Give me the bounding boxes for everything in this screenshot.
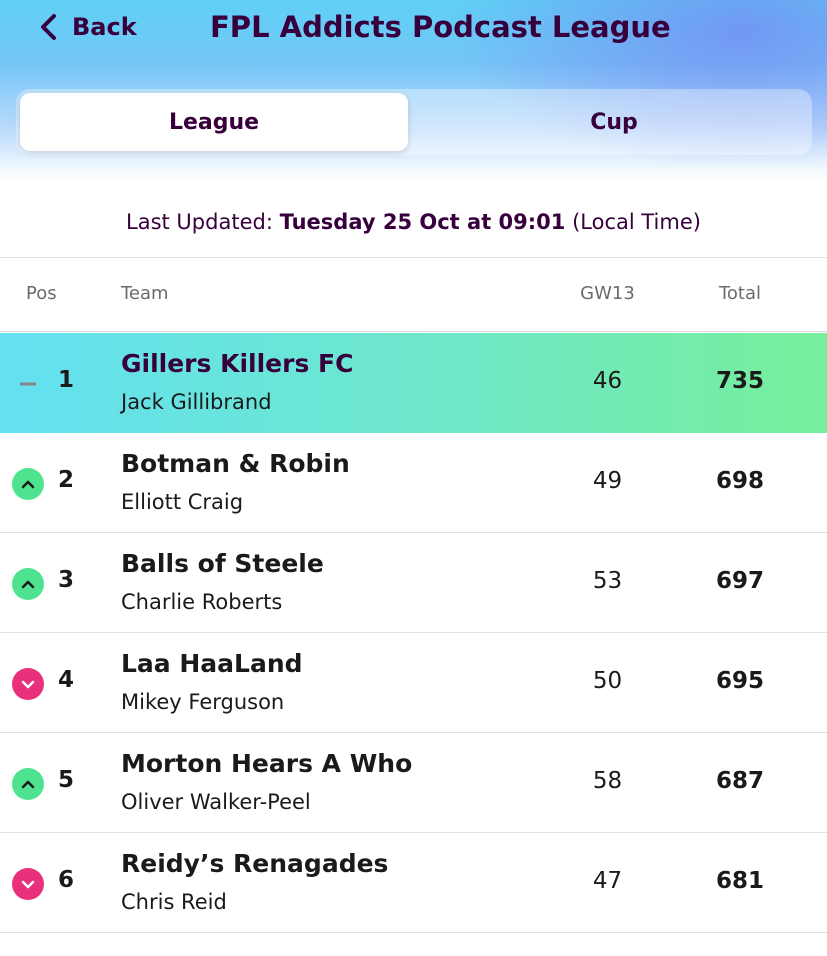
movement-indicator (12, 668, 44, 700)
no-change-icon (20, 382, 36, 386)
row-total-points: 697 (715, 568, 764, 594)
back-button[interactable]: Back (38, 10, 137, 44)
row-manager-name: Chris Reid (121, 890, 227, 914)
table-row[interactable]: 2 Botman & Robin Elliott Craig 49 698 (0, 433, 827, 533)
row-gameweek-points: 53 (592, 568, 623, 594)
table-row[interactable]: 5 Morton Hears A Who Oliver Walker-Peel … (0, 733, 827, 833)
row-manager-name: Charlie Roberts (121, 590, 283, 614)
chevron-down-icon (21, 880, 35, 889)
row-total-points: 695 (715, 668, 764, 694)
tab-league[interactable]: League (20, 93, 408, 151)
row-gameweek-points: 50 (592, 668, 623, 694)
table-row[interactable]: 6 Reidy’s Renagades Chris Reid 47 681 (0, 833, 827, 933)
row-manager-name: Oliver Walker-Peel (121, 790, 311, 814)
last-updated-prefix: Last Updated: (126, 210, 280, 234)
row-gameweek-points: 46 (592, 368, 623, 394)
chevron-left-icon (41, 14, 56, 40)
row-position: 6 (58, 867, 75, 893)
row-position: 5 (58, 767, 75, 793)
page-title: FPL Addicts Podcast League (210, 10, 671, 44)
last-updated-suffix: (Local Time) (565, 210, 701, 234)
row-total-points: 698 (715, 468, 764, 494)
row-manager-name: Mikey Ferguson (121, 690, 285, 714)
row-position: 4 (58, 667, 75, 693)
movement-indicator (12, 468, 44, 500)
divider (0, 257, 827, 258)
row-gameweek-points: 47 (592, 868, 623, 894)
table-row[interactable]: 1 Gillers Killers FC Jack Gillibrand 46 … (0, 333, 827, 433)
movement-indicator (12, 868, 44, 900)
column-header-team: Team (121, 283, 169, 304)
table-row[interactable]: 3 Balls of Steele Charlie Roberts 53 697 (0, 533, 827, 633)
row-team-name: Balls of Steele (121, 549, 324, 578)
row-team-name: Reidy’s Renagades (121, 849, 389, 878)
table-row[interactable]: 4 Laa HaaLand Mikey Ferguson 50 695 (0, 633, 827, 733)
row-total-points: 687 (715, 768, 764, 794)
chevron-up-icon (21, 780, 35, 789)
row-total-points: 681 (715, 868, 764, 894)
column-header-gameweek: GW13 (580, 283, 635, 304)
movement-indicator (12, 368, 44, 400)
row-position: 2 (58, 467, 75, 493)
row-gameweek-points: 58 (592, 768, 623, 794)
last-updated: Last Updated: Tuesday 25 Oct at 09:01 (L… (0, 210, 827, 234)
column-header-pos: Pos (26, 283, 57, 304)
back-label: Back (72, 13, 137, 41)
movement-indicator (12, 568, 44, 600)
row-position: 1 (58, 367, 75, 393)
chevron-up-icon (21, 480, 35, 489)
row-team-name: Botman & Robin (121, 449, 350, 478)
chevron-down-icon (21, 680, 35, 689)
movement-indicator (12, 768, 44, 800)
header-banner: Back FPL Addicts Podcast League League C… (0, 0, 827, 180)
row-team-name: Laa HaaLand (121, 649, 303, 678)
tab-cup[interactable]: Cup (420, 93, 808, 151)
row-team-name: Gillers Killers FC (121, 349, 354, 378)
chevron-up-icon (21, 580, 35, 589)
row-total-points: 735 (715, 368, 764, 394)
row-manager-name: Jack Gillibrand (121, 390, 272, 414)
last-updated-datetime: Tuesday 25 Oct at 09:01 (279, 210, 566, 234)
row-gameweek-points: 49 (592, 468, 623, 494)
row-team-name: Morton Hears A Who (121, 749, 413, 778)
row-manager-name: Elliott Craig (121, 490, 244, 514)
column-header-total: Total (718, 283, 762, 304)
row-position: 3 (58, 567, 75, 593)
divider (0, 331, 827, 332)
league-cup-switch: League Cup (16, 89, 812, 155)
